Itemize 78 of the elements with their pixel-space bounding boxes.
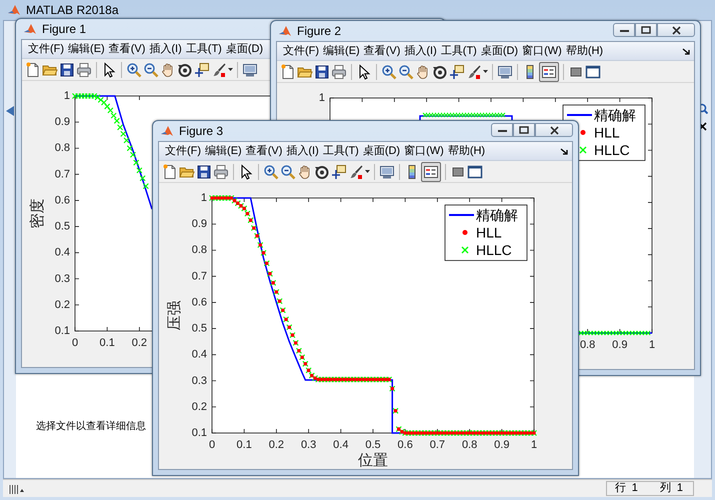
- window-title: Figure 3: [179, 123, 224, 140]
- tick-label: 1: [64, 90, 70, 102]
- tick-label: 0.9: [494, 439, 510, 451]
- tick-label: 0.8: [580, 339, 596, 351]
- menu-item[interactable]: 查看(V): [244, 142, 284, 160]
- menu-item[interactable]: 插入(I): [147, 40, 184, 58]
- tick-label: 0.7: [54, 168, 70, 180]
- tick-label: 0.8: [54, 142, 70, 154]
- tick-label: 0.6: [192, 296, 207, 308]
- tick-label: 0.9: [612, 339, 628, 351]
- tick-label: 1: [648, 339, 656, 351]
- menu-item[interactable]: 工具(T): [438, 42, 479, 60]
- legend-label: HLLC: [476, 242, 512, 258]
- axis-label: 位置: [358, 451, 388, 469]
- row-value: 1: [632, 481, 638, 496]
- tick-label: 1: [318, 92, 325, 104]
- window-title: MATLAB R2018a: [26, 2, 118, 19]
- menu-item[interactable]: 插入(I): [284, 142, 321, 160]
- menu-item[interactable]: 编辑(E): [321, 42, 362, 60]
- axis-label: 密度: [28, 198, 46, 228]
- menu-item[interactable]: 工具(T): [184, 40, 224, 58]
- menu-item[interactable]: 查看(V): [362, 42, 402, 60]
- tick-label: 0.6: [398, 439, 413, 451]
- tick-label: 0.3: [300, 439, 316, 451]
- legend-label: 精确解: [476, 207, 518, 223]
- tick-label: 0.8: [462, 439, 478, 451]
- tick-label: 0.2: [54, 298, 70, 311]
- row-label: 行: [614, 481, 626, 496]
- column-label: 列: [660, 481, 671, 496]
- tick-label: 0.1: [236, 439, 252, 451]
- legend-label: HLL: [594, 124, 620, 140]
- tick-label: 0.1: [192, 427, 207, 439]
- tick-label: 0.4: [192, 348, 207, 361]
- menu-item[interactable]: 编辑(E): [203, 142, 244, 160]
- menu-item[interactable]: 帮助(H): [446, 142, 488, 160]
- window-title: Figure 2: [297, 23, 342, 40]
- tick-label: 0.2: [192, 400, 207, 413]
- tick-label: 0.1: [100, 337, 115, 349]
- tick-label: 0: [72, 337, 78, 349]
- legend-label: HLL: [476, 224, 502, 240]
- menu-item[interactable]: 文件(F): [281, 42, 322, 60]
- window-title: Figure 1: [42, 21, 86, 38]
- menu-item[interactable]: 查看(V): [106, 40, 148, 58]
- menu-item[interactable]: 桌面(D): [478, 42, 520, 60]
- menu-item[interactable]: 编辑(E): [66, 40, 107, 58]
- menu-item[interactable]: 帮助(H): [564, 42, 606, 60]
- menu-item[interactable]: 插入(I): [402, 42, 439, 60]
- tick-label: 0.5: [365, 439, 381, 451]
- menu-item[interactable]: 工具(T): [320, 142, 361, 160]
- tick-label: 0.2: [132, 337, 148, 349]
- tick-label: 0.7: [430, 439, 446, 451]
- legend-label: 精确解: [594, 107, 636, 123]
- tick-label: 0.4: [54, 246, 70, 259]
- tick-label: 0.7: [192, 270, 207, 282]
- tick-label: 1: [200, 192, 207, 204]
- tick-label: 0.9: [192, 218, 207, 230]
- menu-item[interactable]: 桌面(D): [360, 142, 402, 160]
- tick-label: 0.5: [192, 322, 207, 335]
- menu-item[interactable]: 窗口(W): [402, 142, 446, 160]
- tick-label: 0.3: [192, 374, 207, 387]
- tick-label: 0.3: [54, 272, 70, 285]
- tick-label: 0: [208, 439, 216, 451]
- column-value: 1: [676, 481, 683, 496]
- tick-label: 0.8: [192, 244, 207, 256]
- tick-label: 0.9: [54, 116, 70, 128]
- details-message: 选择文件以查看详细信息: [36, 420, 146, 434]
- tick-label: 0.6: [54, 194, 70, 206]
- tick-label: 0.4: [333, 439, 348, 451]
- tick-label: 1: [530, 439, 538, 451]
- tick-label: 0.5: [54, 220, 70, 233]
- menu-item[interactable]: 桌面(D): [224, 40, 266, 58]
- menu-item[interactable]: 窗口(W): [520, 42, 564, 60]
- menu-item[interactable]: 文件(F): [26, 40, 66, 58]
- tick-label: 0.2: [268, 439, 284, 451]
- tick-label: 0.1: [54, 325, 70, 337]
- menu-item[interactable]: 文件(F): [163, 142, 204, 160]
- axis-label: 压强: [165, 300, 183, 330]
- legend-label: HLLC: [594, 142, 630, 158]
